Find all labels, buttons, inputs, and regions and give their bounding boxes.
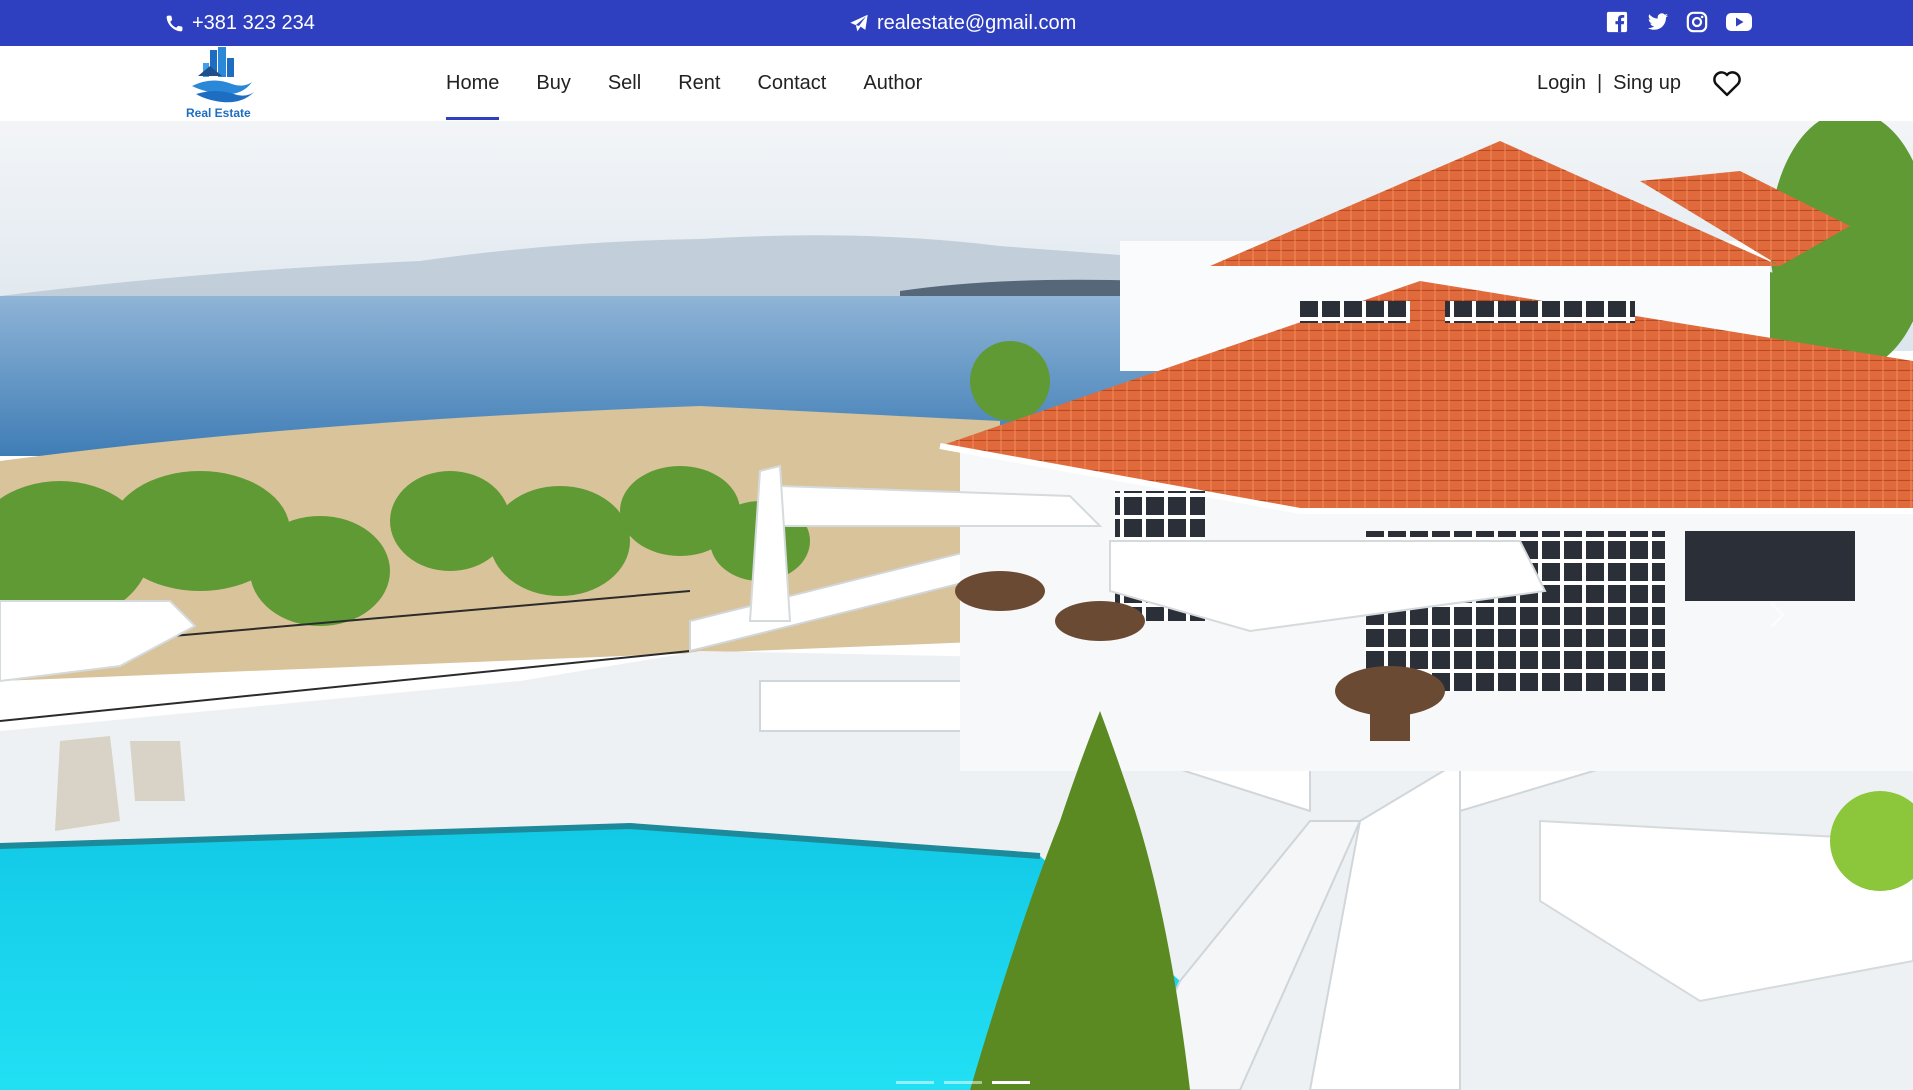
carousel-indicators (896, 1081, 1030, 1084)
nav-contact[interactable]: Contact (757, 46, 826, 121)
nav-home[interactable]: Home (446, 46, 500, 121)
nav-sell[interactable]: Sell (608, 46, 641, 121)
nav-buy[interactable]: Buy (536, 46, 570, 121)
youtube-icon[interactable] (1726, 11, 1752, 33)
phone-icon (165, 14, 184, 33)
twitter-icon[interactable] (1646, 11, 1669, 33)
signup-link[interactable]: Sing up (1613, 72, 1681, 95)
logo-text: Real Estate (186, 106, 251, 120)
heart-icon[interactable] (1712, 69, 1742, 97)
brand-logo[interactable]: Real Estate (182, 46, 262, 121)
hero-carousel (0, 121, 1913, 1090)
carousel-indicator-2[interactable] (944, 1081, 982, 1084)
nav-author[interactable]: Author (863, 46, 922, 121)
top-info-bar: +381 323 234 realestate@gmail.com (0, 0, 1913, 46)
email-address: realestate@gmail.com (877, 12, 1077, 34)
phone-contact[interactable]: +381 323 234 (165, 12, 315, 35)
auth-links: Login | Sing up (1537, 46, 1681, 121)
auth-separator: | (1596, 72, 1603, 94)
carousel-indicator-1[interactable] (896, 1081, 934, 1084)
nav-rent[interactable]: Rent (678, 46, 720, 121)
primary-nav: Home Buy Sell Rent Contact Author (446, 46, 959, 121)
login-link[interactable]: Login (1537, 72, 1586, 95)
chevron-right-icon[interactable] (1765, 595, 1789, 635)
instagram-icon[interactable] (1686, 11, 1709, 33)
email-contact[interactable]: realestate@gmail.com (849, 12, 1076, 35)
social-links (1606, 11, 1752, 33)
phone-number: +381 323 234 (192, 12, 315, 34)
paper-plane-icon (849, 14, 869, 33)
main-navbar: Real Estate Home Buy Sell Rent Contact A… (0, 46, 1913, 121)
hero-image (0, 121, 1913, 1090)
facebook-icon[interactable] (1606, 11, 1629, 33)
logo-icon (192, 47, 254, 103)
carousel-indicator-3[interactable] (992, 1081, 1030, 1084)
